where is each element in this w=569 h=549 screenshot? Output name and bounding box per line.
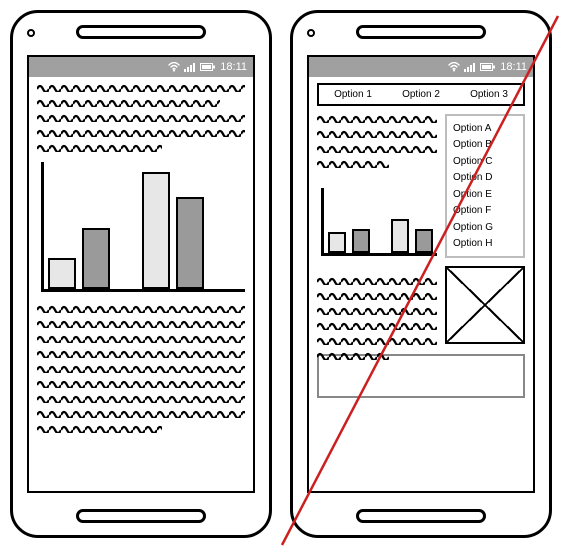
camera-dot-icon (307, 29, 315, 37)
chart-bars (48, 172, 241, 289)
option-item[interactable]: Option A (451, 122, 519, 135)
bar-chart (321, 188, 437, 256)
tab-item[interactable]: Option 3 (455, 85, 523, 104)
paragraph-placeholder (37, 304, 245, 433)
chart-bar (328, 232, 346, 253)
option-item[interactable]: Option H (451, 237, 519, 250)
status-bar: 18:11 (309, 57, 533, 77)
tab-item[interactable]: Option 1 (319, 85, 387, 104)
option-item[interactable]: Option D (451, 171, 519, 184)
chart-bars (328, 219, 433, 253)
chart-bar (176, 197, 204, 289)
content-area (29, 77, 253, 491)
option-item[interactable]: Option G (451, 221, 519, 234)
signal-icon (464, 62, 476, 72)
bar-chart (41, 162, 245, 292)
status-time: 18:11 (220, 61, 247, 73)
camera-dot-icon (27, 29, 35, 37)
tab-bar: Option 1 Option 2 Option 3 (317, 83, 525, 106)
battery-icon (200, 62, 216, 72)
chart-bar (48, 258, 76, 289)
image-placeholder-icon (445, 266, 525, 344)
content-area: Option 1 Option 2 Option 3 (309, 77, 533, 491)
speaker-top-icon (76, 25, 206, 39)
speaker-bottom-icon (76, 509, 206, 523)
paragraph-placeholder (317, 114, 437, 174)
phone-bad: 18:11 Option 1 Option 2 Option 3 (290, 10, 552, 538)
screen: 18:11 (27, 55, 255, 493)
speaker-bottom-icon (356, 509, 486, 523)
signal-icon (184, 62, 196, 72)
option-item[interactable]: Option E (451, 188, 519, 201)
tab-item[interactable]: Option 2 (387, 85, 455, 104)
wifi-icon (448, 62, 460, 72)
paragraph-placeholder (37, 83, 245, 152)
chart-bar (142, 172, 170, 289)
option-item[interactable]: Option B (451, 138, 519, 151)
wifi-icon (168, 62, 180, 72)
option-list: Option A Option B Option C Option D Opti… (445, 114, 525, 258)
speaker-top-icon (356, 25, 486, 39)
chart-bar (391, 219, 409, 253)
status-time: 18:11 (500, 61, 527, 73)
chart-bar (82, 228, 110, 290)
chart-bar (352, 229, 370, 253)
chart-bar (415, 229, 433, 253)
battery-icon (480, 62, 496, 72)
screen: 18:11 Option 1 Option 2 Option 3 (307, 55, 535, 493)
status-bar: 18:11 (29, 57, 253, 77)
phone-good: 18:11 (10, 10, 272, 538)
option-item[interactable]: Option C (451, 155, 519, 168)
option-item[interactable]: Option F (451, 204, 519, 217)
paragraph-placeholder (317, 276, 437, 366)
